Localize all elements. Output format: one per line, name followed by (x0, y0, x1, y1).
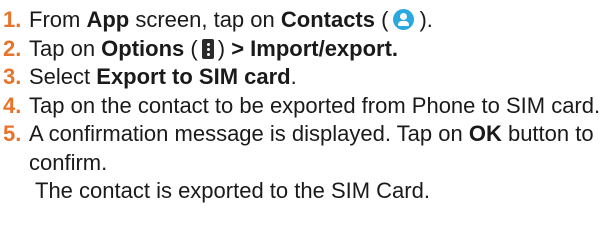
text-fragment: ). (419, 7, 433, 32)
step-number: 2. (3, 35, 22, 61)
text-fragment: screen, tap on (129, 7, 281, 32)
app-label: App (86, 7, 130, 32)
step-4: 4. Tap on the contact to be exported fro… (3, 92, 610, 121)
step-5: 5. A confirmation message is displayed. … (3, 120, 610, 177)
contacts-label: Contacts (280, 7, 375, 32)
step-2: 2. Tap on Options () > Import/export. (3, 35, 610, 64)
text-fragment: A confirmation message is displayed. Tap… (29, 121, 469, 146)
text-fragment: . (290, 64, 297, 89)
step-number: 1. (3, 7, 22, 32)
import-export-label: > Import/export. (231, 35, 399, 61)
text-fragment: ( (184, 35, 198, 61)
text-fragment: Tap on (29, 35, 102, 61)
text-fragment: ) (217, 35, 232, 61)
instruction-steps: 1. From App screen, tap on Contacts (). … (0, 0, 610, 177)
step-3: 3. Select Export to SIM card. (3, 63, 610, 92)
step-text: Tap on Options () > Import/export. (29, 36, 398, 61)
step-text: Select Export to SIM card. (29, 64, 297, 89)
ok-label: OK (468, 121, 502, 146)
options-label: Options (101, 35, 185, 61)
options-menu-icon (201, 38, 214, 59)
step-text: A confirmation message is displayed. Tap… (29, 121, 594, 175)
step-number: 3. (3, 64, 22, 89)
export-to-sim-label: Export to SIM card (96, 64, 291, 89)
text-fragment: From (29, 7, 87, 32)
contacts-person-icon (393, 9, 415, 30)
step-text: From App screen, tap on Contacts (). (29, 7, 433, 32)
step-1: 1. From App screen, tap on Contacts (). (3, 6, 610, 35)
step-number: 5. (3, 121, 22, 146)
text-fragment: ( (375, 7, 389, 32)
text-fragment: Select (29, 64, 97, 89)
result-note: The contact is exported to the SIM Card. (35, 178, 430, 203)
step-text: Tap on the contact to be exported from P… (29, 92, 601, 118)
step-number: 4. (3, 92, 22, 118)
